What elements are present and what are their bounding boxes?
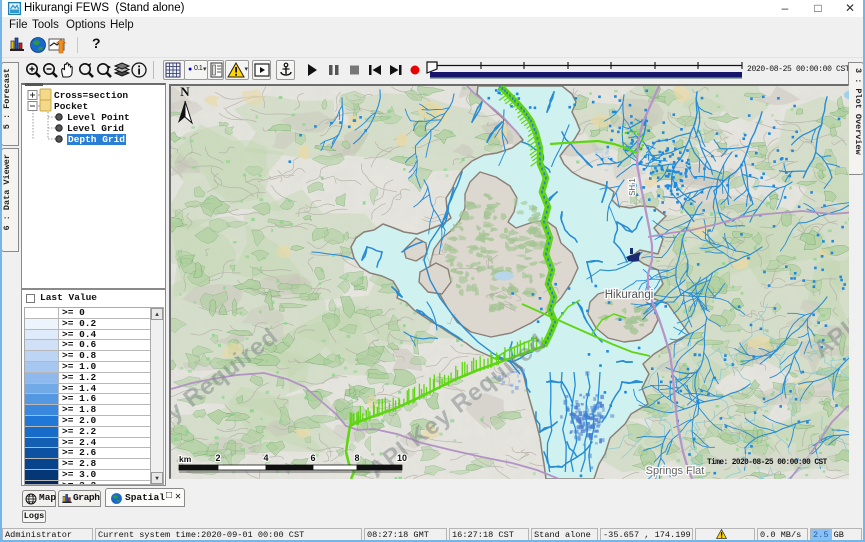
svg-text:SH 1: SH 1 — [628, 178, 637, 196]
svg-text:2: 2 — [215, 453, 220, 463]
svg-text:6: 6 — [310, 453, 315, 463]
svg-text:8: 8 — [354, 453, 359, 463]
svg-text:Springs Flat: Springs Flat — [646, 465, 705, 477]
svg-text:N: N — [180, 86, 190, 99]
svg-text:10: 10 — [397, 453, 407, 463]
svg-text:Time: 2020-08-25 00:00:00 CST: Time: 2020-08-25 00:00:00 CST — [707, 459, 828, 467]
svg-text:4: 4 — [263, 453, 268, 463]
svg-text:km: km — [179, 454, 192, 464]
svg-text:Hikurangi: Hikurangi — [605, 289, 654, 301]
